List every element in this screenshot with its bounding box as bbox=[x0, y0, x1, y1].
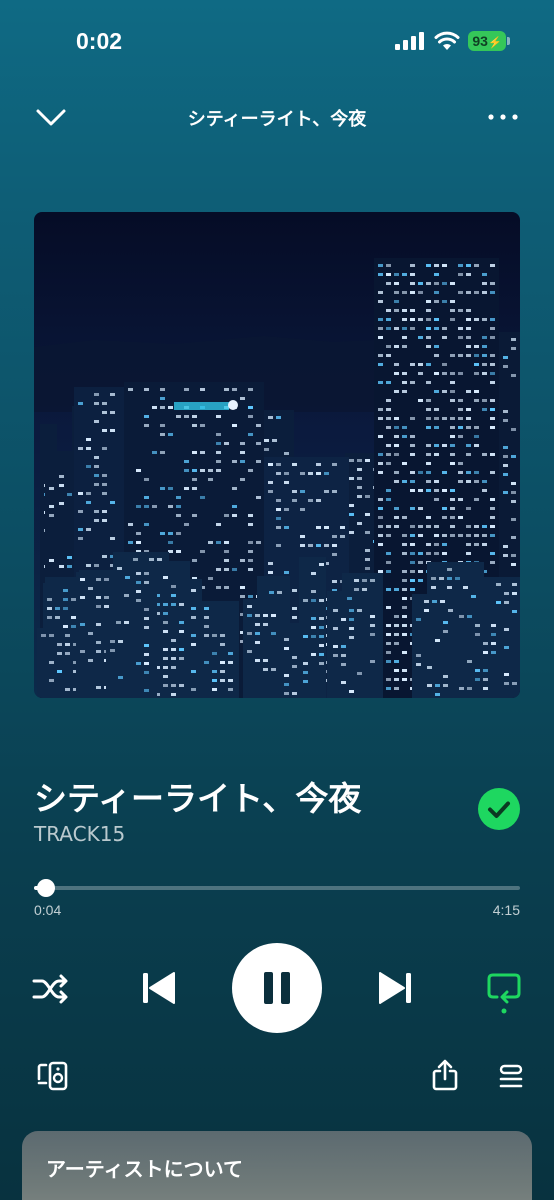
previous-icon bbox=[143, 972, 175, 1004]
track-title: シティーライト、今夜 bbox=[34, 779, 362, 818]
status-time: 0:02 bbox=[76, 28, 123, 54]
progress-handle[interactable] bbox=[37, 879, 55, 897]
shuffle-button[interactable] bbox=[30, 970, 72, 1008]
repeat-icon bbox=[487, 973, 521, 1014]
track-info: シティーライト、今夜 TRACK15 bbox=[34, 772, 520, 852]
connect-devices-button[interactable] bbox=[36, 1060, 70, 1092]
share-icon bbox=[432, 1059, 458, 1091]
battery-charging-icon: 93⚡ bbox=[468, 31, 510, 51]
chevron-down-icon bbox=[36, 109, 66, 126]
status-bar: 0:02 93⚡ bbox=[0, 0, 554, 84]
next-icon bbox=[379, 972, 411, 1004]
repeat-button[interactable] bbox=[482, 968, 526, 1016]
about-artist-title: アーティストについて bbox=[46, 1157, 243, 1181]
header-title: シティーライト、今夜 bbox=[187, 109, 367, 130]
now-playing-header: シティーライト、今夜 bbox=[0, 92, 554, 142]
more-options-icon bbox=[488, 114, 518, 120]
track-artist[interactable]: TRACK15 bbox=[34, 822, 125, 846]
check-circle-icon bbox=[478, 788, 520, 830]
next-track-button[interactable] bbox=[374, 966, 418, 1010]
about-artist-card[interactable]: アーティストについて bbox=[22, 1131, 532, 1200]
share-button[interactable] bbox=[430, 1058, 460, 1092]
album-art-city-night bbox=[34, 212, 520, 698]
previous-track-button[interactable] bbox=[136, 966, 180, 1010]
queue-button[interactable] bbox=[496, 1062, 526, 1092]
liked-button[interactable] bbox=[478, 788, 520, 830]
battery-level: 93 bbox=[472, 33, 488, 49]
elapsed-time: 0:04 bbox=[34, 902, 62, 918]
playback-controls bbox=[0, 940, 554, 1036]
progress-track[interactable] bbox=[34, 886, 520, 890]
progress-bar[interactable]: 0:04 4:15 bbox=[34, 878, 520, 922]
total-duration: 4:15 bbox=[492, 902, 520, 918]
album-art bbox=[34, 212, 520, 698]
shuffle-icon bbox=[32, 974, 68, 1004]
secondary-controls bbox=[0, 1056, 554, 1096]
wifi-icon bbox=[434, 31, 460, 55]
pause-icon bbox=[264, 972, 290, 1004]
queue-icon bbox=[499, 1064, 523, 1088]
cellular-signal-icon bbox=[395, 32, 425, 54]
more-options-button[interactable] bbox=[486, 104, 520, 130]
collapse-button[interactable] bbox=[34, 102, 68, 132]
devices-icon bbox=[37, 1061, 68, 1091]
pause-button[interactable] bbox=[232, 943, 322, 1033]
